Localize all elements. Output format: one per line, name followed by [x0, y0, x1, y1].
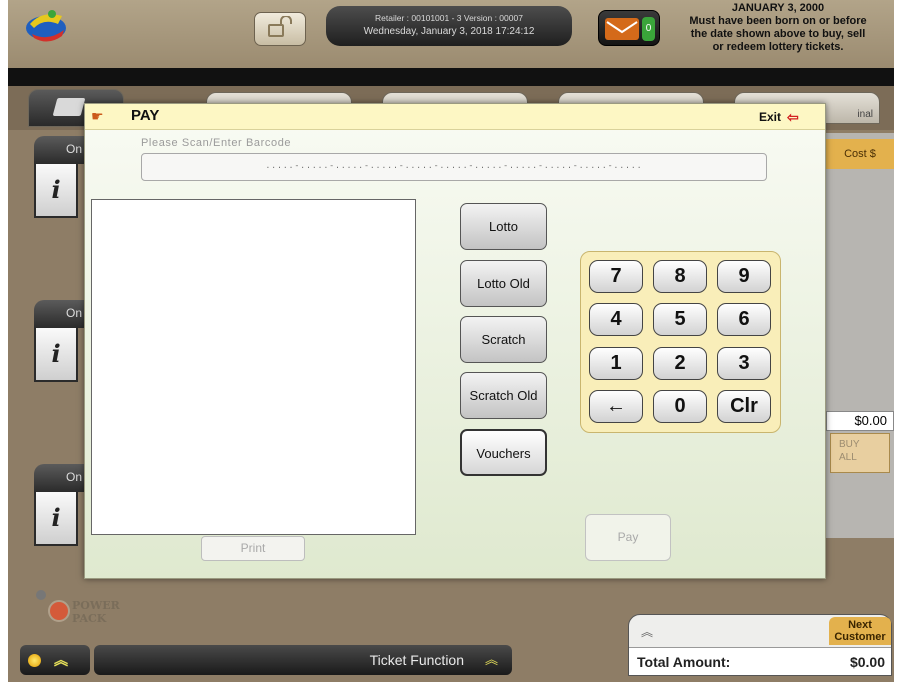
next-customer-label: Next — [848, 619, 872, 631]
next-customer-label: Customer — [834, 631, 886, 643]
pay-dialog: ☛ PAY Exit ⇦ Please Scan/Enter Barcode .… — [84, 103, 826, 579]
divider-bar — [8, 68, 894, 86]
messages-button[interactable]: 0 — [598, 10, 660, 46]
print-button[interactable]: Print — [201, 536, 305, 561]
top-bar: Retailer : 00101001 - 3 Version : 00007 … — [8, 0, 894, 68]
key-5[interactable]: 5 — [653, 303, 707, 336]
exit-label: Exit — [759, 110, 782, 124]
barcode-label: Please Scan/Enter Barcode — [141, 137, 292, 149]
lotto-button[interactable]: Lotto — [460, 203, 547, 250]
info-button[interactable]: i — [34, 492, 78, 546]
age-notice-line: the date shown above to buy, sell — [690, 28, 866, 40]
power-pack-text: POWER PACK — [72, 599, 120, 625]
power-pack-logo[interactable]: POWER PACK — [36, 590, 120, 636]
power-pack-line: POWER — [72, 599, 120, 612]
key-8[interactable]: 8 — [653, 260, 707, 293]
message-count-badge: 0 — [642, 17, 655, 41]
backspace-key[interactable]: ← — [589, 390, 643, 423]
power-pack-icon — [36, 590, 46, 600]
total-value: $0.00 — [849, 654, 885, 670]
age-notice-date: JANUARY 3, 2000 — [731, 2, 825, 14]
key-6[interactable]: 6 — [717, 303, 771, 336]
retailer-version: Retailer : 00101001 - 3 Version : 00007 — [375, 13, 523, 23]
expand-chevron-icon[interactable]: ︽ — [641, 623, 653, 640]
double-chevron-up-icon: ︽ — [54, 652, 68, 668]
current-datetime: Wednesday, January 3, 2018 17:24:12 — [363, 26, 535, 37]
tickets-icon — [52, 98, 86, 116]
cost-header: Cost $ — [826, 139, 894, 169]
scratch-old-button[interactable]: Scratch Old — [460, 372, 547, 419]
terminal-info: Retailer : 00101001 - 3 Version : 00007 … — [326, 6, 572, 46]
info-button[interactable]: i — [34, 328, 78, 382]
unlock-icon — [267, 14, 293, 43]
lottery-logo — [22, 4, 72, 48]
buy-all-label: BUY — [839, 439, 860, 450]
key-1[interactable]: 1 — [589, 347, 643, 380]
pos-frame: Retailer : 00101001 - 3 Version : 00007 … — [8, 0, 894, 682]
exit-arrow-icon: ⇦ — [787, 108, 799, 125]
power-pack-figure-icon — [48, 600, 70, 622]
cost-amount: $0.00 — [826, 411, 894, 431]
buy-all-label: ALL — [839, 452, 857, 463]
total-panel: ︽ Next Customer Total Amount: $0.00 — [628, 614, 892, 676]
status-dot-icon — [28, 654, 41, 667]
buy-all-button[interactable]: BUY ALL — [830, 433, 890, 473]
receipt-area — [91, 199, 416, 535]
pay-button[interactable]: Pay — [585, 514, 671, 561]
tab-terminal-label: inal — [857, 109, 873, 120]
age-notice-line: or redeem lottery tickets. — [712, 41, 844, 53]
envelope-icon — [605, 18, 639, 40]
key-7[interactable]: 7 — [589, 260, 643, 293]
total-label: Total Amount: — [637, 654, 731, 670]
dialog-title: PAY — [131, 107, 160, 124]
dialog-title-bar: ☛ PAY Exit ⇦ — [85, 104, 825, 130]
age-notice: JANUARY 3, 2000 Must have been born on o… — [668, 0, 888, 68]
key-3[interactable]: 3 — [717, 347, 771, 380]
clear-key[interactable]: Clr — [717, 390, 771, 423]
ticket-function-label: Ticket Function — [369, 652, 464, 668]
cost-panel: Cost $ $0.00 BUY ALL — [826, 133, 894, 538]
ticket-function-bar[interactable]: Ticket Function ︽ — [94, 645, 512, 675]
numeric-keypad: 7 8 9 4 5 6 1 2 3 ← 0 Clr — [580, 251, 781, 433]
total-row: Total Amount: $0.00 — [629, 647, 891, 675]
key-2[interactable]: 2 — [653, 347, 707, 380]
lotto-old-button[interactable]: Lotto Old — [460, 260, 547, 307]
info-button[interactable]: i — [34, 164, 78, 218]
power-pack-line: PACK — [72, 612, 107, 625]
pay-hand-icon: ☛ — [91, 108, 104, 124]
next-customer-button[interactable]: Next Customer — [829, 617, 891, 645]
key-4[interactable]: 4 — [589, 303, 643, 336]
barcode-input[interactable]: .....-.....-.....-.....-.....-.....-....… — [141, 153, 767, 181]
double-chevron-up-icon: ︽ — [484, 652, 498, 667]
key-0[interactable]: 0 — [653, 390, 707, 423]
status-toggle[interactable]: ︽ — [20, 645, 90, 675]
scratch-button[interactable]: Scratch — [460, 316, 547, 363]
key-9[interactable]: 9 — [717, 260, 771, 293]
exit-button[interactable]: Exit ⇦ — [759, 107, 799, 127]
age-notice-line: Must have been born on or before — [689, 15, 867, 27]
vouchers-button[interactable]: Vouchers — [460, 429, 547, 476]
unlock-button[interactable] — [254, 12, 306, 46]
